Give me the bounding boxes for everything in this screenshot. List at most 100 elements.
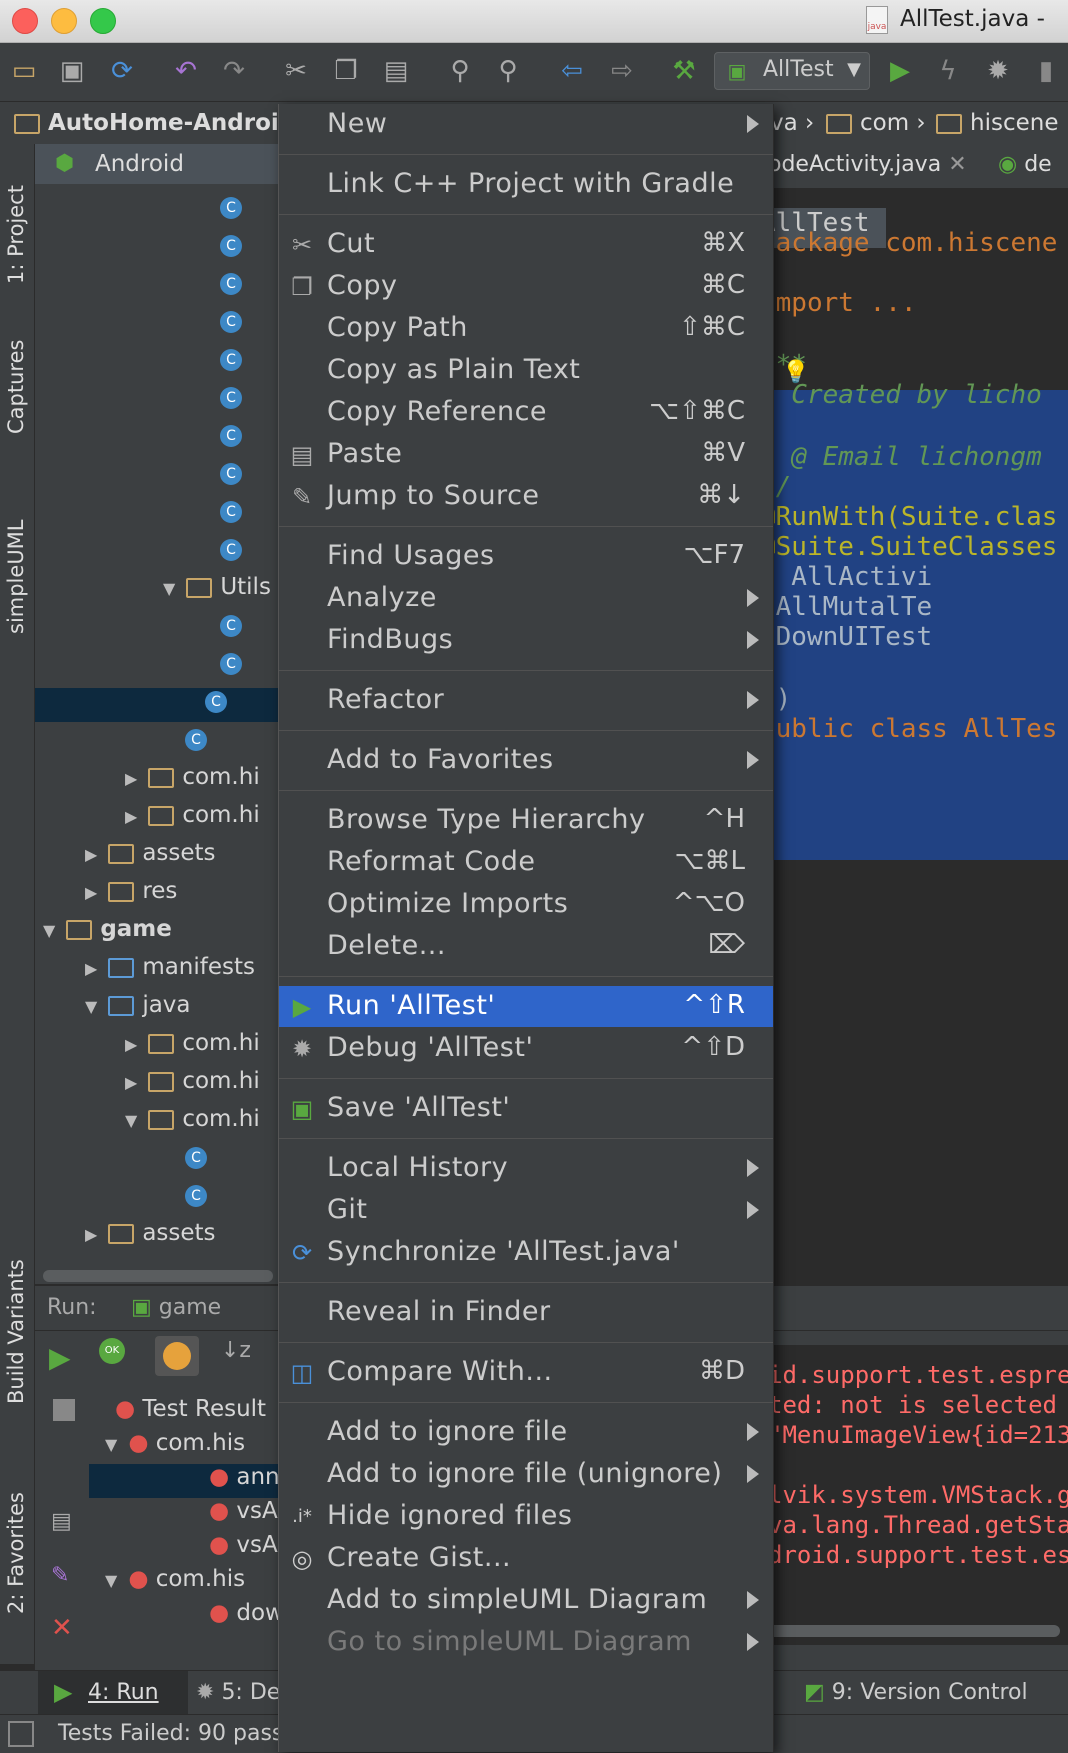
copy-icon[interactable]: ❐ — [330, 55, 362, 87]
test-class-item[interactable]: C — [220, 460, 242, 494]
menu-item-browse-type-hierarchy[interactable]: Browse Type Hierarchy ^H — [279, 800, 773, 841]
menu-item-hide-ignored-files[interactable]: .i* Hide ignored files — [279, 1496, 773, 1537]
console-output[interactable]: id.support.test.espre ted: not is select… — [760, 1345, 1068, 1645]
test-class-item[interactable]: C — [220, 384, 242, 418]
menu-item-save-alltest[interactable]: ▣ Save 'AllTest' — [279, 1088, 773, 1129]
zoom-window-button[interactable] — [90, 8, 116, 34]
menu-item-optimize-imports[interactable]: Optimize Imports ^⌥O — [279, 884, 773, 925]
undo-icon[interactable]: ↶ — [170, 55, 202, 87]
breadcrumb-hiscene[interactable]: hiscene — [936, 110, 1058, 136]
tab-editor-file-2[interactable]: ◉ de — [998, 152, 1052, 177]
redo-icon[interactable]: ↷ — [218, 55, 250, 87]
breadcrumb-com[interactable]: com › — [826, 110, 926, 136]
test-class-item[interactable]: C — [185, 726, 207, 760]
selected-class-alltest[interactable]: C — [35, 688, 280, 722]
test-results-root[interactable]: ● Test Result — [115, 1396, 266, 1430]
tree-package[interactable]: ▼ com.hi — [125, 1106, 260, 1140]
test-case[interactable]: ● vsA — [209, 1532, 278, 1566]
menu-item-copy[interactable]: ❐ Copy ⌘C — [279, 266, 773, 307]
test-class-item[interactable]: C — [220, 536, 242, 570]
code-editor[interactable]: AllTest package com.hiscene import .../**… — [760, 190, 1068, 1280]
tree-package[interactable]: ▶ com.hi — [125, 802, 260, 836]
menu-item-copy-reference[interactable]: Copy Reference ⌥⇧⌘C — [279, 392, 773, 433]
stop-icon[interactable] — [53, 1399, 75, 1421]
menu-item-add-to-ignore-file[interactable]: Add to ignore file — [279, 1412, 773, 1453]
tree-package[interactable]: ▶ com.hi — [125, 764, 260, 798]
breadcrumb-project[interactable]: AutoHome-Android — [14, 110, 295, 136]
save-all-icon[interactable]: ▣ — [56, 55, 88, 87]
test-case[interactable]: ● dow — [209, 1600, 284, 1634]
tree-package[interactable]: ▶ com.hi — [125, 1030, 260, 1064]
menu-item-copy-path[interactable]: Copy Path ⇧⌘C — [279, 308, 773, 349]
paste-icon[interactable]: ▤ — [380, 55, 412, 87]
menu-item-cut[interactable]: ✂ Cut ⌘X — [279, 224, 773, 265]
lightbulb-icon[interactable]: 💡 — [782, 360, 809, 385]
tab-run[interactable]: ▶ 4: Run — [38, 1671, 188, 1715]
tab-debug[interactable]: ✹ 5: De — [196, 1680, 280, 1705]
menu-item-create-gist[interactable]: ◎ Create Gist... — [279, 1538, 773, 1579]
profile-icon[interactable]: ▮ — [1030, 55, 1062, 87]
test-suite-node[interactable]: ▼ ● com.his — [105, 1430, 245, 1464]
test-class-item[interactable]: C — [220, 232, 242, 266]
menu-item-copy-as-plain-text[interactable]: Copy as Plain Text — [279, 350, 773, 391]
test-class-item[interactable]: C — [220, 346, 242, 380]
tab-simpleuml[interactable]: simpleUML — [4, 519, 28, 634]
project-view-header[interactable]: ⬢ Android — [35, 144, 280, 184]
run-configuration-select[interactable]: ▣ AllTest ▼ — [714, 52, 870, 90]
open-folder-icon[interactable]: ▭ — [8, 55, 40, 87]
show-ignored-toggle[interactable] — [155, 1336, 199, 1376]
close-tab-icon[interactable]: ✕ — [948, 152, 966, 177]
tab-build-variants[interactable]: Build Variants — [4, 1259, 28, 1404]
pin-icon[interactable]: ✎ — [51, 1563, 69, 1588]
tool-windows-icon[interactable] — [8, 1721, 34, 1747]
menu-item-new[interactable]: New — [279, 104, 773, 145]
back-icon[interactable]: ⇦ — [556, 55, 588, 87]
menu-item-jump-to-source[interactable]: ✎ Jump to Source ⌘↓ — [279, 476, 773, 517]
menu-item-add-to-ignore-file-unignore[interactable]: Add to ignore file (unignore) — [279, 1454, 773, 1495]
debug-icon[interactable]: ✹ — [982, 55, 1014, 87]
menu-item-reveal-in-finder[interactable]: Reveal in Finder — [279, 1292, 773, 1333]
menu-item-add-to-favorites[interactable]: Add to Favorites — [279, 740, 773, 781]
test-class-item[interactable]: C — [220, 498, 242, 532]
test-class-item[interactable]: C — [220, 650, 242, 684]
tab-version-control[interactable]: ◩ 9: Version Control — [804, 1680, 1028, 1705]
menu-item-findbugs[interactable]: FindBugs — [279, 620, 773, 661]
replace-icon[interactable]: ⚲ — [492, 55, 524, 87]
rerun-icon[interactable]: ▶ — [49, 1341, 71, 1374]
menu-item-add-to-simpleuml-diagram[interactable]: Add to simpleUML Diagram — [279, 1580, 773, 1621]
menu-item-paste[interactable]: ▤ Paste ⌘V — [279, 434, 773, 475]
apply-changes-icon[interactable]: ϟ — [932, 55, 964, 87]
tab-editor-file[interactable]: odeActivity.java ✕ — [768, 152, 967, 177]
horizontal-scrollbar[interactable] — [760, 1625, 1060, 1637]
tree-package[interactable]: ▶ com.hi — [125, 1068, 260, 1102]
find-icon[interactable]: ⚲ — [444, 55, 476, 87]
minimize-window-button[interactable] — [51, 8, 77, 34]
test-class-item[interactable]: C — [220, 308, 242, 342]
menu-item-find-usages[interactable]: Find Usages ⌥F7 — [279, 536, 773, 577]
horizontal-scrollbar[interactable] — [43, 1270, 273, 1282]
class-item[interactable]: C — [185, 1182, 207, 1216]
menu-item-git[interactable]: Git — [279, 1190, 773, 1231]
tree-folder-java[interactable]: ▼ java — [85, 992, 191, 1026]
cut-icon[interactable]: ✂ — [280, 55, 312, 87]
run-icon[interactable]: ▶ — [884, 55, 916, 87]
menu-item-analyze[interactable]: Analyze — [279, 578, 773, 619]
close-window-button[interactable] — [12, 8, 38, 34]
test-class-item[interactable]: C — [220, 270, 242, 304]
tree-folder-assets[interactable]: ▶ assets — [85, 1220, 216, 1254]
menu-item-local-history[interactable]: Local History — [279, 1148, 773, 1189]
sync-icon[interactable]: ⟳ — [106, 55, 138, 87]
make-project-icon[interactable]: ⚒ — [668, 55, 700, 87]
close-icon[interactable]: ✕ — [51, 1613, 73, 1643]
menu-item-delete[interactable]: Delete... ⌦ — [279, 926, 773, 967]
tree-folder-assets[interactable]: ▶ assets — [85, 840, 216, 874]
menu-item-reformat-code[interactable]: Reformat Code ⌥⌘L — [279, 842, 773, 883]
tab-project[interactable]: 1: Project — [4, 185, 28, 284]
test-case[interactable]: ● vsA — [209, 1498, 278, 1532]
class-item[interactable]: C — [185, 1144, 207, 1178]
menu-item-compare-with[interactable]: ◫ Compare With... ⌘D — [279, 1352, 773, 1393]
sort-icon[interactable]: ↓z — [221, 1338, 251, 1363]
tree-folder-manifests[interactable]: ▶ manifests — [85, 954, 255, 988]
tree-folder-res[interactable]: ▶ res — [85, 878, 177, 912]
show-passed-toggle[interactable]: OK — [99, 1338, 155, 1378]
